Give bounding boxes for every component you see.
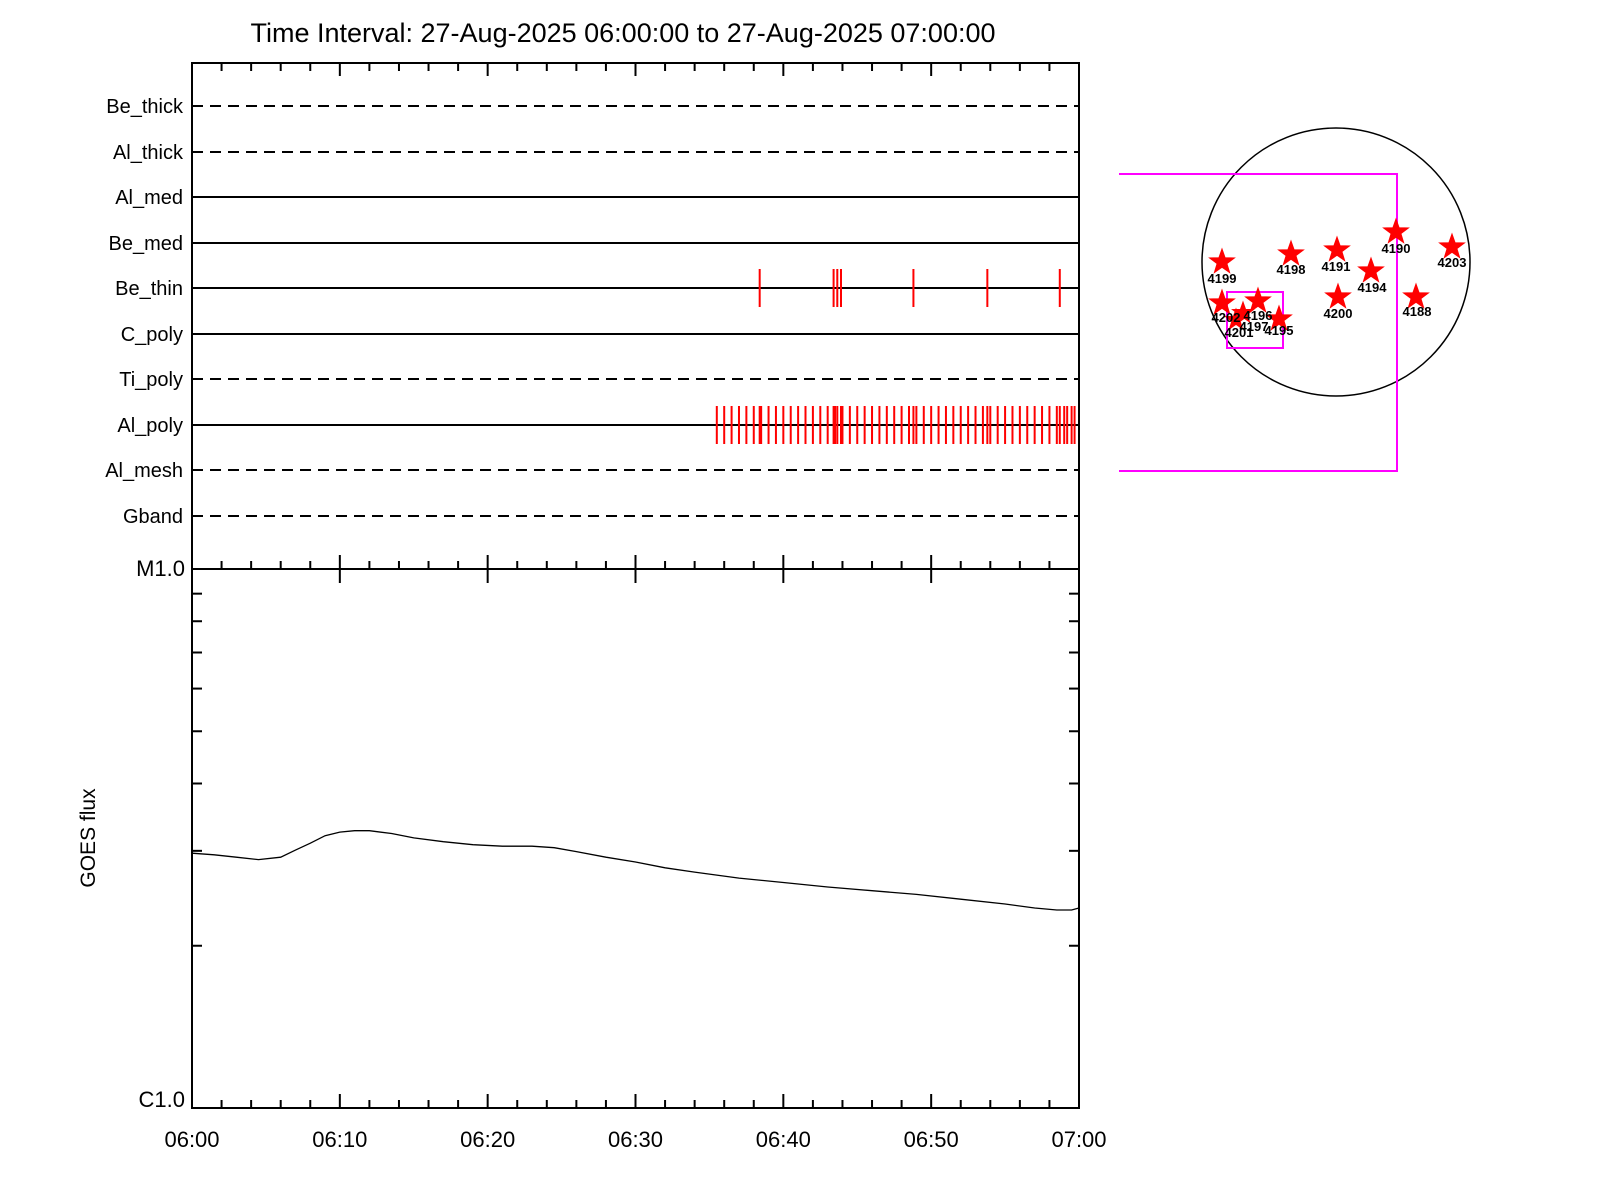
star-marker-4203: [1438, 232, 1466, 259]
region-label-4194: 4194: [1358, 280, 1388, 295]
region-label-4190: 4190: [1382, 241, 1411, 256]
region-label-4195: 4195: [1265, 323, 1294, 338]
region-label-4201: 4201: [1225, 325, 1254, 340]
x-tick-label: 06:40: [756, 1127, 811, 1152]
goes-flux-curve: [191, 830, 1080, 911]
filter-label-Al_thick: Al_thick: [113, 142, 184, 164]
region-label-4191: 4191: [1322, 259, 1351, 274]
star-marker-4200: [1324, 282, 1352, 309]
star-marker-4194: [1357, 256, 1385, 283]
filter-label-C_poly: C_poly: [121, 324, 183, 346]
region-label-4202: 4202: [1212, 310, 1241, 325]
filter-label-Be_med: Be_med: [109, 233, 184, 255]
filter-label-Al_med: Al_med: [115, 187, 183, 209]
axis-ticks: 06:00 06:10 06:20 06:30 06:40 06:50 07:00: [164, 63, 1107, 1152]
x-tick-label: 06:00: [164, 1127, 219, 1152]
filter-timeline-panel: Be_thick Al_thick Al_med Be_med Be_thin C_pol…: [105, 96, 1079, 528]
x-tick-label: 06:20: [460, 1127, 515, 1152]
region-label-4188: 4188: [1403, 304, 1432, 319]
filter-label-Al_poly: Al_poly: [117, 415, 183, 437]
goes-flux-panel: [191, 592, 1080, 947]
chart-title: Time Interval: 27-Aug-2025 06:00:00 to 2…: [250, 18, 995, 48]
region-label-4203: 4203: [1438, 255, 1467, 270]
star-marker-4198: [1277, 239, 1305, 266]
x-tick-label: 06:10: [312, 1127, 367, 1152]
region-label-4199: 4199: [1208, 271, 1237, 286]
star-marker-4199: [1208, 247, 1236, 274]
goes-yaxis-title: GOES flux: [77, 788, 100, 888]
filter-label-Be_thin: Be_thin: [115, 278, 183, 300]
plot-page: Time Interval: 27-Aug-2025 06:00:00 to 2…: [0, 0, 1600, 1200]
filter-label-Gband: Gband: [123, 506, 183, 528]
filter-panel-frame: [191, 62, 1080, 570]
filter-label-Ti_poly: Ti_poly: [119, 369, 183, 391]
filter-label-Be_thick: Be_thick: [106, 96, 184, 118]
goes-ybottom-label: C1.0: [139, 1087, 185, 1112]
solar-disk-map: 41994198 4191419042034194418842004202 4196…: [1119, 127, 1471, 472]
x-tick-label: 06:30: [608, 1127, 663, 1152]
plot-canvas: Time Interval: 27-Aug-2025 06:00:00 to 2…: [77, 18, 1471, 1152]
star-marker-4191: [1323, 235, 1351, 262]
region-label-4198: 4198: [1277, 262, 1306, 277]
x-tick-label: 06:50: [904, 1127, 959, 1152]
filter-label-Al_mesh: Al_mesh: [105, 460, 183, 482]
goes-ytop-label: M1.0: [136, 556, 185, 581]
region-label-4200: 4200: [1324, 306, 1353, 321]
x-tick-label: 07:00: [1051, 1127, 1106, 1152]
goes-panel-frame: [191, 568, 1080, 1109]
